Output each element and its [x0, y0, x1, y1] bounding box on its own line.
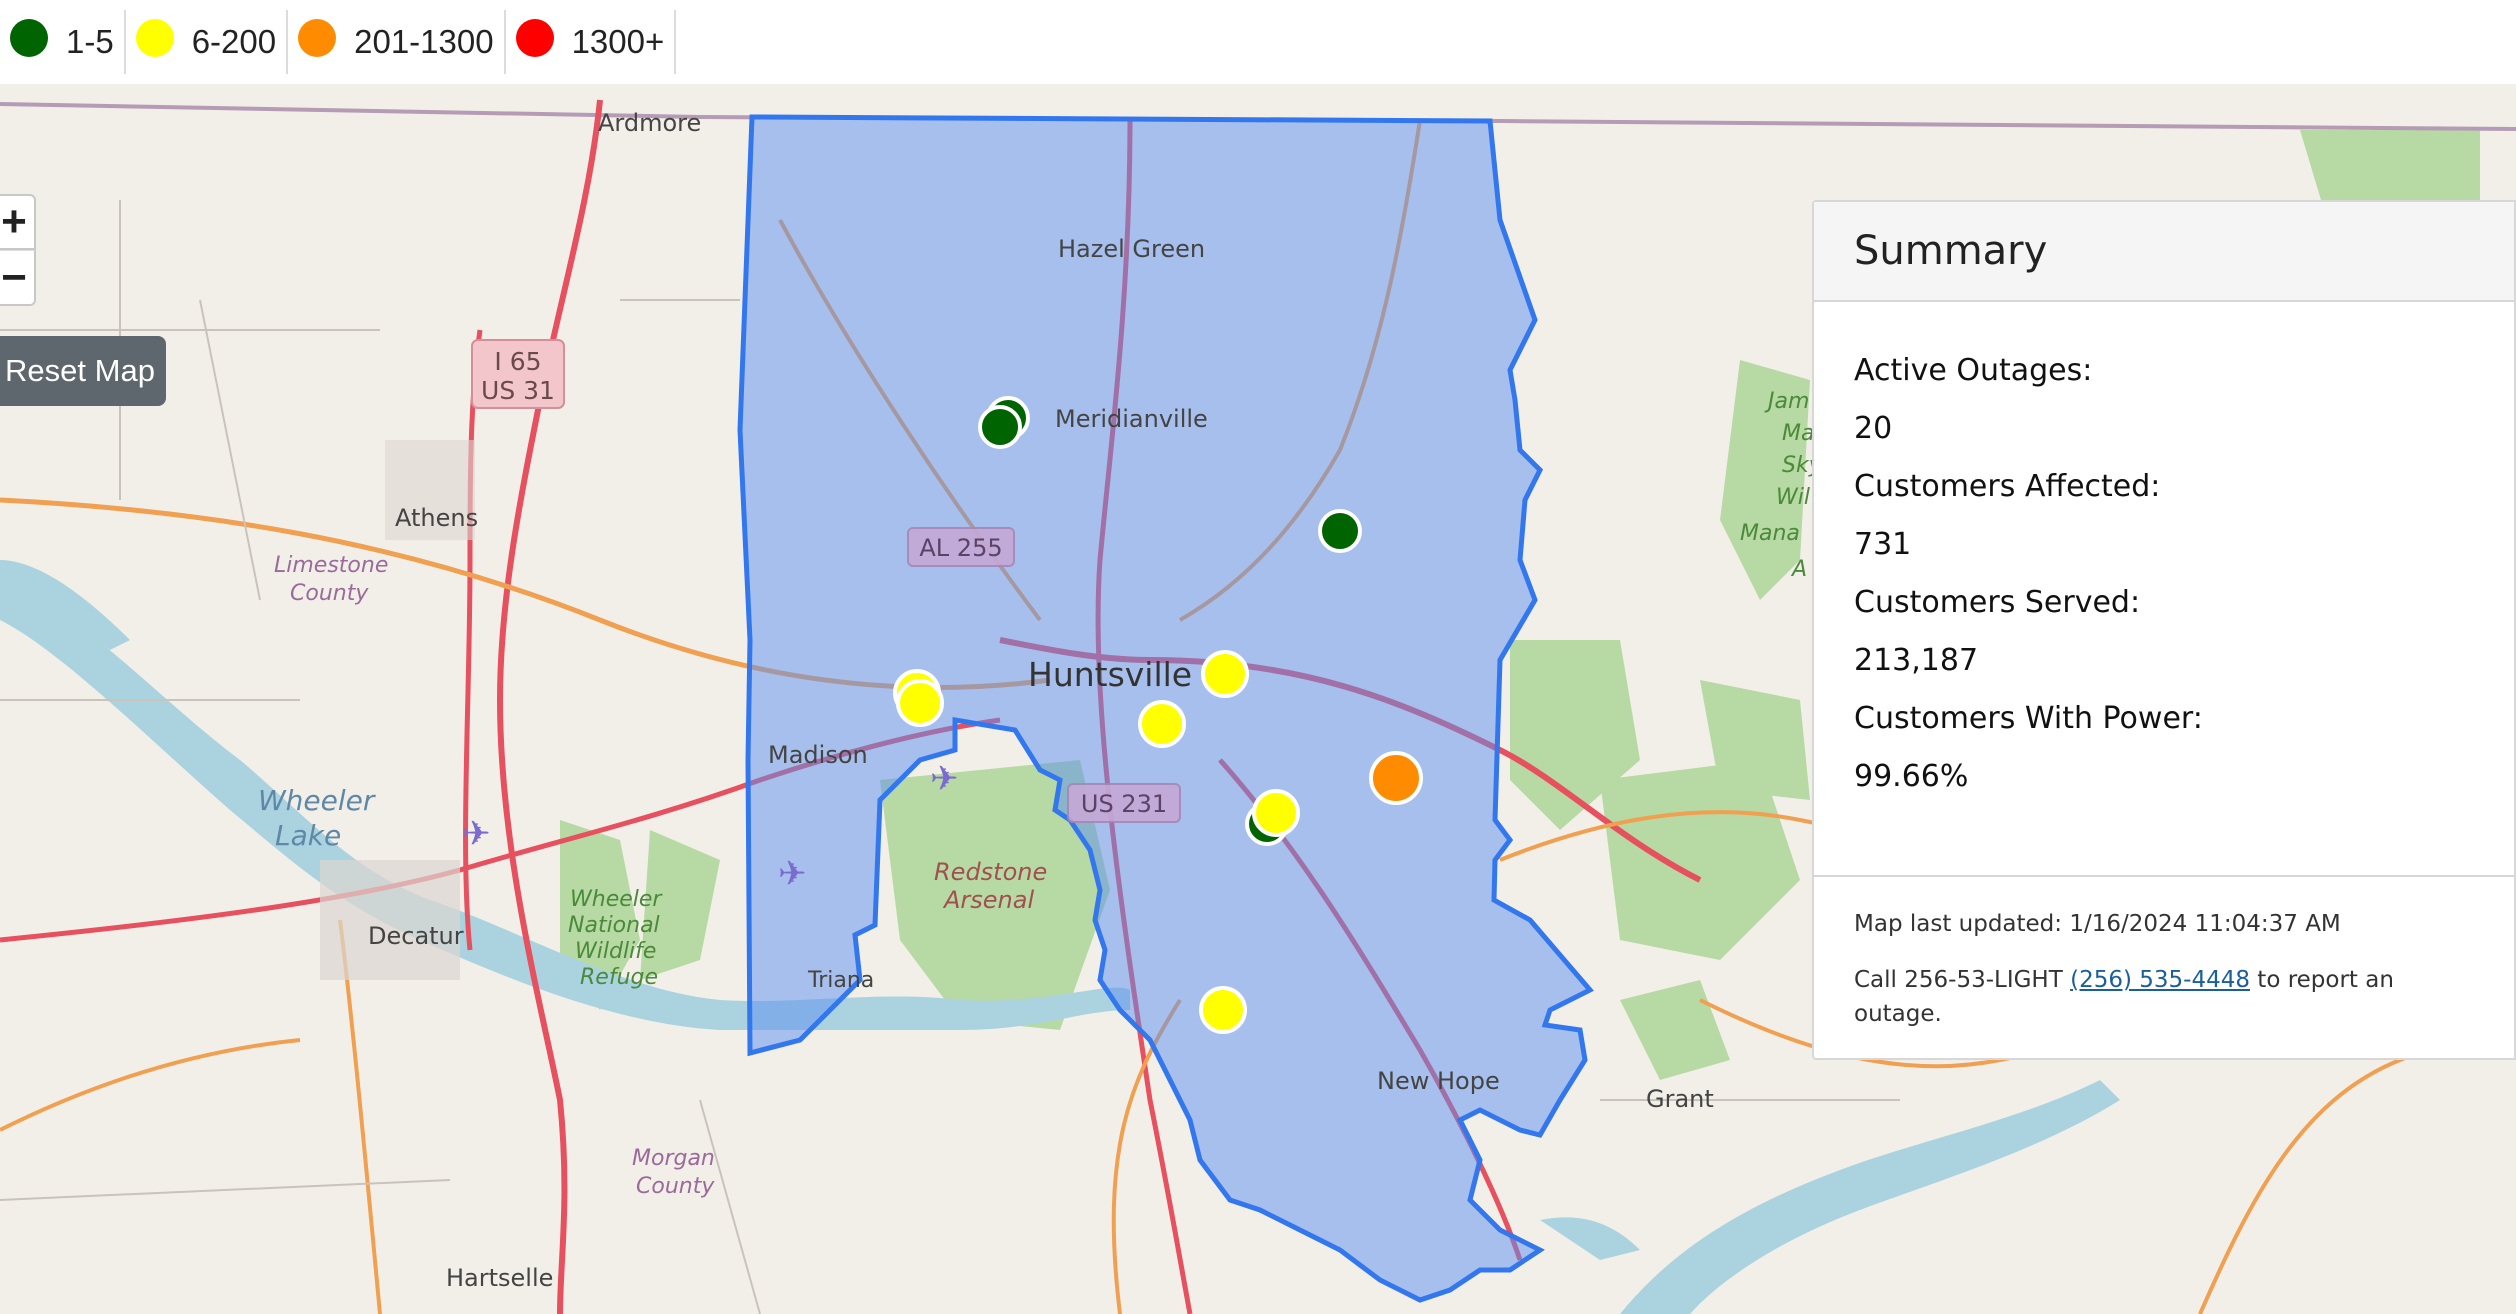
outage-marker[interactable] — [896, 679, 944, 727]
last-updated-text: Map last updated: 1/16/2024 11:04:37 AM — [1854, 911, 2341, 937]
place-label: Refuge — [580, 965, 658, 990]
place-label: Hartselle — [446, 1264, 553, 1292]
road-shield-al255: AL 255 — [907, 527, 1015, 567]
legend-label: 6-200 — [191, 23, 277, 60]
place-label: County — [290, 581, 369, 606]
customers-affected-value: 731 — [1854, 527, 1912, 562]
place-label: Wildlife — [575, 939, 656, 964]
place-label: Decatur — [368, 922, 464, 950]
outage-marker[interactable] — [1199, 986, 1247, 1034]
place-label: Wheeler — [258, 784, 376, 817]
customers-served-value: 213,187 — [1854, 643, 1979, 678]
airport-icon: ✈ — [778, 855, 807, 893]
active-outages-label: Active Outages: — [1854, 353, 2093, 388]
legend-label: 201-1300 — [354, 23, 494, 60]
shield-label: US 231 — [1081, 790, 1167, 818]
place-label: National — [568, 913, 660, 938]
customers-served-label: Customers Served: — [1854, 585, 2141, 620]
zoom-in-button[interactable]: + — [0, 194, 36, 250]
summary-panel: Summary Active Outages: 20 Customers Aff… — [1812, 200, 2516, 1060]
outage-legend: 1-5 6-200 201-1300 1300+ — [0, 0, 2516, 84]
outage-marker[interactable] — [1252, 789, 1300, 837]
airport-icon: ✈ — [930, 760, 959, 798]
place-label: Meridianville — [1055, 405, 1208, 433]
outage-marker[interactable] — [1138, 700, 1186, 748]
place-label: Ardmore — [598, 109, 701, 137]
place-label: Madison — [768, 741, 868, 769]
summary-footer: Map last updated: 1/16/2024 11:04:37 AM … — [1814, 877, 2514, 1031]
legend-dot-orange — [298, 19, 337, 57]
place-label: Mana — [1740, 521, 1800, 546]
legend-dot-yellow — [135, 19, 174, 57]
legend-item-6-200: 6-200 — [126, 10, 289, 74]
legend-item-1300-plus: 1300+ — [506, 10, 677, 74]
customers-with-power-value: 99.66% — [1854, 759, 1969, 794]
place-label: Morgan — [632, 1146, 715, 1171]
report-prefix: Call 256-53-LIGHT — [1854, 967, 2071, 993]
legend-dot-green — [10, 19, 48, 57]
place-label: Grant — [1646, 1085, 1714, 1113]
place-label: New Hope — [1377, 1067, 1500, 1095]
shield-label: US 31 — [481, 376, 555, 405]
legend-label: 1300+ — [571, 23, 665, 60]
road-shield-us231: US 231 — [1067, 783, 1181, 823]
report-outage-text: Call 256-53-LIGHT (256) 535-4448 to repo… — [1854, 963, 2474, 1031]
place-label: Lake — [275, 819, 341, 852]
place-label: Huntsville — [1028, 655, 1192, 694]
summary-title: Summary — [1814, 202, 2514, 302]
zoom-out-button[interactable]: − — [0, 250, 36, 306]
place-label: Limestone — [274, 553, 388, 578]
decatur-urban — [320, 860, 460, 980]
airport-icon: ✈ — [462, 815, 491, 853]
road-shield-i65: I 65 US 31 — [471, 339, 565, 409]
place-label: Redstone — [934, 858, 1047, 886]
reset-map-button[interactable]: Reset Map — [0, 336, 166, 406]
phone-link[interactable]: (256) 535-4448 — [2070, 967, 2250, 993]
customers-affected-label: Customers Affected: — [1854, 469, 2161, 504]
place-label: Triana — [807, 968, 874, 993]
active-outages-value: 20 — [1854, 411, 1893, 446]
place-label: Athens — [395, 504, 478, 532]
legend-item-201-1300: 201-1300 — [288, 10, 506, 74]
legend-dot-red — [515, 19, 554, 57]
legend-label: 1-5 — [66, 23, 114, 60]
shield-label: AL 255 — [919, 534, 1002, 562]
place-label: Jam — [1764, 389, 1809, 414]
legend-item-1-5: 1-5 — [0, 10, 126, 74]
outage-marker[interactable] — [978, 405, 1022, 449]
place-label: Arsenal — [942, 886, 1034, 914]
summary-body: Active Outages: 20 Customers Affected: 7… — [1814, 302, 2514, 877]
place-label: A — [1790, 557, 1807, 582]
outage-marker[interactable] — [1318, 509, 1362, 553]
place-label: Hazel Green — [1058, 235, 1205, 263]
customers-with-power-label: Customers With Power: — [1854, 701, 2203, 736]
place-label: Ma — [1782, 421, 1814, 446]
place-label: Wil — [1776, 485, 1810, 510]
place-label: Wheeler — [570, 887, 663, 912]
place-label: County — [636, 1174, 715, 1199]
outage-marker[interactable] — [1201, 650, 1249, 698]
outage-marker[interactable] — [1369, 751, 1423, 805]
shield-label: I 65 — [494, 347, 541, 376]
